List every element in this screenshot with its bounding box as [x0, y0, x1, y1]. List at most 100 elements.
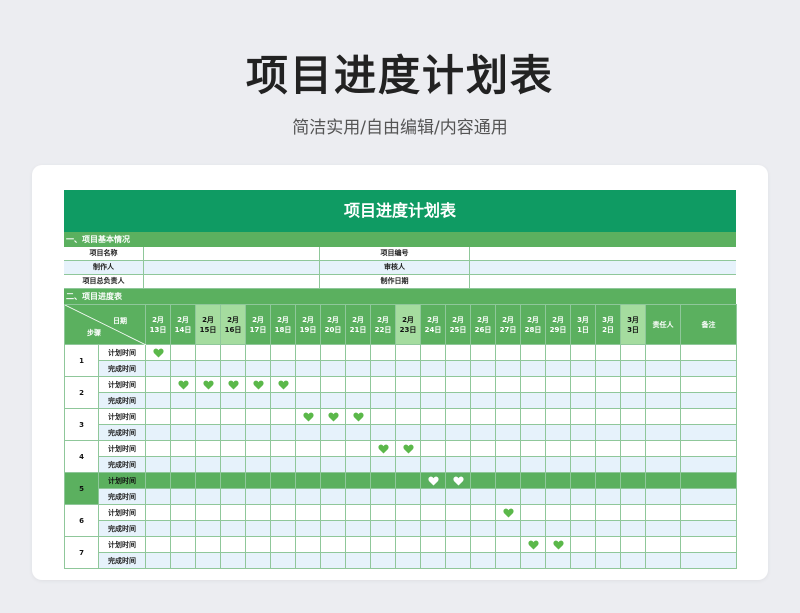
schedule-cell[interactable]	[295, 392, 321, 409]
schedule-cell[interactable]	[395, 472, 421, 489]
schedule-cell[interactable]	[545, 456, 571, 473]
schedule-cell[interactable]	[595, 520, 621, 537]
schedule-cell[interactable]	[295, 456, 321, 473]
owner-cell[interactable]	[645, 408, 681, 425]
schedule-cell[interactable]	[545, 504, 571, 521]
schedule-cell[interactable]	[570, 504, 596, 521]
schedule-cell[interactable]	[245, 504, 271, 521]
schedule-cell[interactable]	[570, 440, 596, 457]
schedule-cell[interactable]	[545, 472, 571, 489]
schedule-cell[interactable]	[470, 376, 496, 393]
owner-cell[interactable]	[645, 440, 681, 457]
schedule-cell[interactable]	[445, 360, 471, 377]
schedule-cell[interactable]	[570, 344, 596, 361]
schedule-cell[interactable]	[420, 344, 446, 361]
schedule-cell[interactable]	[345, 440, 371, 457]
schedule-cell[interactable]	[570, 520, 596, 537]
schedule-cell[interactable]	[170, 536, 196, 553]
schedule-cell[interactable]	[395, 520, 421, 537]
schedule-cell[interactable]	[320, 536, 346, 553]
schedule-cell[interactable]	[395, 376, 421, 393]
schedule-cell[interactable]	[520, 440, 546, 457]
schedule-cell[interactable]	[320, 504, 346, 521]
info-value-field[interactable]	[144, 247, 320, 260]
schedule-cell[interactable]	[520, 408, 546, 425]
schedule-cell[interactable]	[245, 392, 271, 409]
schedule-cell[interactable]	[320, 424, 346, 441]
schedule-cell[interactable]	[445, 344, 471, 361]
schedule-cell[interactable]	[320, 456, 346, 473]
schedule-cell[interactable]	[145, 376, 171, 393]
schedule-cell[interactable]	[145, 440, 171, 457]
schedule-cell[interactable]	[370, 552, 396, 569]
schedule-cell[interactable]	[220, 424, 246, 441]
schedule-cell[interactable]	[620, 440, 646, 457]
schedule-cell[interactable]	[220, 344, 246, 361]
schedule-cell[interactable]	[520, 472, 546, 489]
schedule-cell[interactable]	[545, 536, 571, 553]
schedule-cell[interactable]	[220, 440, 246, 457]
schedule-cell[interactable]	[220, 408, 246, 425]
schedule-cell[interactable]	[595, 408, 621, 425]
schedule-cell[interactable]	[270, 360, 296, 377]
schedule-cell[interactable]	[445, 472, 471, 489]
note-cell[interactable]	[680, 424, 737, 441]
schedule-cell[interactable]	[570, 536, 596, 553]
schedule-cell[interactable]	[395, 536, 421, 553]
schedule-cell[interactable]	[420, 440, 446, 457]
schedule-cell[interactable]	[545, 408, 571, 425]
schedule-cell[interactable]	[370, 344, 396, 361]
schedule-cell[interactable]	[545, 392, 571, 409]
schedule-cell[interactable]	[595, 376, 621, 393]
schedule-cell[interactable]	[370, 360, 396, 377]
schedule-cell[interactable]	[370, 504, 396, 521]
schedule-cell[interactable]	[495, 456, 521, 473]
schedule-cell[interactable]	[270, 424, 296, 441]
schedule-cell[interactable]	[395, 488, 421, 505]
schedule-cell[interactable]	[170, 472, 196, 489]
schedule-cell[interactable]	[470, 472, 496, 489]
schedule-cell[interactable]	[495, 488, 521, 505]
schedule-cell[interactable]	[520, 424, 546, 441]
schedule-cell[interactable]	[170, 392, 196, 409]
schedule-cell[interactable]	[345, 536, 371, 553]
schedule-cell[interactable]	[520, 456, 546, 473]
schedule-cell[interactable]	[295, 408, 321, 425]
schedule-cell[interactable]	[545, 520, 571, 537]
schedule-cell[interactable]	[520, 552, 546, 569]
schedule-cell[interactable]	[395, 360, 421, 377]
schedule-cell[interactable]	[545, 376, 571, 393]
schedule-cell[interactable]	[420, 408, 446, 425]
schedule-cell[interactable]	[320, 472, 346, 489]
schedule-cell[interactable]	[395, 456, 421, 473]
schedule-cell[interactable]	[420, 488, 446, 505]
info-value-field[interactable]	[144, 261, 320, 274]
schedule-cell[interactable]	[370, 408, 396, 425]
schedule-cell[interactable]	[395, 392, 421, 409]
owner-cell[interactable]	[645, 488, 681, 505]
owner-cell[interactable]	[645, 376, 681, 393]
schedule-cell[interactable]	[345, 360, 371, 377]
schedule-cell[interactable]	[570, 408, 596, 425]
schedule-cell[interactable]	[145, 552, 171, 569]
schedule-cell[interactable]	[270, 408, 296, 425]
schedule-cell[interactable]	[595, 392, 621, 409]
schedule-cell[interactable]	[420, 552, 446, 569]
schedule-cell[interactable]	[245, 536, 271, 553]
schedule-cell[interactable]	[495, 424, 521, 441]
owner-cell[interactable]	[645, 344, 681, 361]
owner-cell[interactable]	[645, 424, 681, 441]
schedule-cell[interactable]	[545, 552, 571, 569]
schedule-cell[interactable]	[395, 408, 421, 425]
schedule-cell[interactable]	[245, 488, 271, 505]
schedule-cell[interactable]	[295, 440, 321, 457]
schedule-cell[interactable]	[195, 376, 221, 393]
schedule-cell[interactable]	[195, 536, 221, 553]
schedule-cell[interactable]	[620, 520, 646, 537]
schedule-cell[interactable]	[420, 392, 446, 409]
owner-cell[interactable]	[645, 392, 681, 409]
note-cell[interactable]	[680, 520, 737, 537]
schedule-cell[interactable]	[170, 344, 196, 361]
schedule-cell[interactable]	[470, 552, 496, 569]
schedule-cell[interactable]	[270, 504, 296, 521]
